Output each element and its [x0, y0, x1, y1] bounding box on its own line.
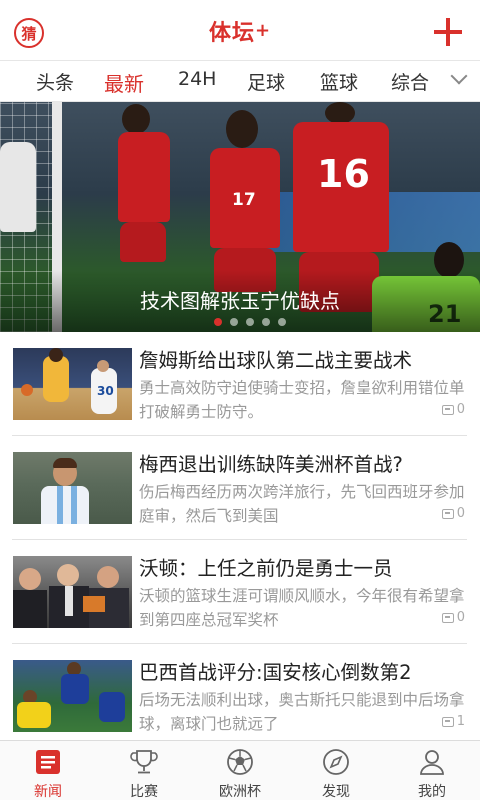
- nav-match[interactable]: 比赛: [96, 741, 192, 800]
- tab-toutiao[interactable]: 头条: [36, 68, 74, 95]
- app-title: 体坛+: [0, 15, 480, 47]
- news-item[interactable]: 梅西退出训练缺阵美洲杯首战? 伤后梅西经历两次跨洋旅行，先飞回西班牙参加庭审，然…: [12, 436, 467, 540]
- comment-count: 1: [441, 714, 465, 729]
- news-summary: 后场无法顺利出球，奥古斯托只能退到中后场拿球，离球门也就远了: [139, 691, 465, 733]
- carousel-dots: [214, 318, 286, 326]
- news-title: 詹姆斯给出球队第二战主要战术: [139, 349, 413, 372]
- brand-plus: +: [254, 20, 272, 41]
- jersey-number: 17: [232, 190, 256, 210]
- app-header: 猜 体坛+: [0, 6, 480, 60]
- compass-icon: [323, 749, 349, 775]
- comment-count: 0: [441, 610, 465, 625]
- news-title: 巴西首战评分:国安核心倒数第2: [139, 661, 412, 684]
- carousel-dot[interactable]: [278, 318, 286, 326]
- hero-banner[interactable]: 17 16 21 技术图解张玉宁优缺点: [0, 102, 480, 332]
- news-title: 沃顿：上任之前仍是勇士一员: [139, 557, 393, 580]
- news-thumbnail: [13, 556, 132, 628]
- nav-label: 我的: [418, 784, 446, 800]
- news-thumbnail: [13, 452, 132, 524]
- comment-number: 0: [456, 402, 465, 417]
- nav-label: 欧洲杯: [219, 784, 261, 800]
- tab-latest[interactable]: 最新: [104, 68, 144, 97]
- tab-24h[interactable]: 24H: [178, 68, 216, 90]
- news-icon: [36, 750, 60, 774]
- news-thumbnail: 30: [13, 348, 132, 420]
- tab-general[interactable]: 综合: [391, 68, 429, 95]
- news-thumbnail: [13, 660, 132, 732]
- trophy-icon: [130, 750, 158, 774]
- nav-label: 比赛: [130, 784, 158, 800]
- comment-icon: [441, 612, 454, 623]
- thumb-jersey-number: 30: [97, 384, 114, 398]
- nav-label: 新闻: [34, 784, 62, 800]
- news-item[interactable]: 巴西首战评分:国安核心倒数第2 后场无法顺利出球，奥古斯托只能退到中后场拿球，离…: [12, 644, 467, 748]
- carousel-dot[interactable]: [214, 318, 222, 326]
- comment-number: 0: [456, 610, 465, 625]
- add-button[interactable]: [432, 16, 464, 48]
- news-summary: 勇士高效防守迫使骑士变招，詹皇欲利用错位单打破解勇士防守。: [139, 379, 465, 421]
- brand-name: 体坛: [208, 21, 255, 46]
- football-icon: [227, 749, 253, 775]
- news-item[interactable]: 沃顿：上任之前仍是勇士一员 沃顿的篮球生涯可谓顺风顺水，今年很有希望拿到第四座总…: [12, 540, 467, 644]
- tab-football[interactable]: 足球: [247, 68, 285, 95]
- carousel-dot[interactable]: [262, 318, 270, 326]
- hero-caption: 技术图解张玉宁优缺点: [140, 289, 340, 313]
- person-icon: [420, 750, 444, 775]
- nav-discover[interactable]: 发现: [288, 741, 384, 800]
- comment-count: 0: [441, 402, 465, 417]
- bottom-navigation: 新闻 比赛 欧洲杯 发现 我的: [0, 740, 480, 800]
- comment-count: 0: [441, 506, 465, 521]
- carousel-dot[interactable]: [246, 318, 254, 326]
- carousel-dot[interactable]: [230, 318, 238, 326]
- comment-icon: [441, 508, 454, 519]
- news-title: 梅西退出训练缺阵美洲杯首战?: [139, 453, 403, 476]
- comment-number: 0: [456, 506, 465, 521]
- nav-news[interactable]: 新闻: [0, 741, 96, 800]
- tab-basketball[interactable]: 篮球: [320, 68, 358, 95]
- comment-icon: [441, 404, 454, 415]
- nav-profile[interactable]: 我的: [384, 741, 480, 800]
- comment-number: 1: [456, 714, 465, 729]
- chevron-down-icon[interactable]: [452, 72, 466, 86]
- jersey-number: 16: [317, 152, 370, 196]
- nav-label: 发现: [322, 784, 350, 800]
- news-summary: 伤后梅西经历两次跨洋旅行，先飞回西班牙参加庭审，然后飞到美国: [139, 483, 465, 525]
- nav-euro-cup[interactable]: 欧洲杯: [192, 741, 288, 800]
- news-summary: 沃顿的篮球生涯可谓顺风顺水，今年很有希望拿到第四座总冠军奖杯: [139, 587, 465, 629]
- news-item[interactable]: 30 詹姆斯给出球队第二战主要战术 勇士高效防守迫使骑士变招，詹皇欲利用错位单打…: [12, 332, 467, 436]
- comment-icon: [441, 716, 454, 727]
- category-tabs: 头条 最新 24H 足球 篮球 综合: [0, 60, 480, 102]
